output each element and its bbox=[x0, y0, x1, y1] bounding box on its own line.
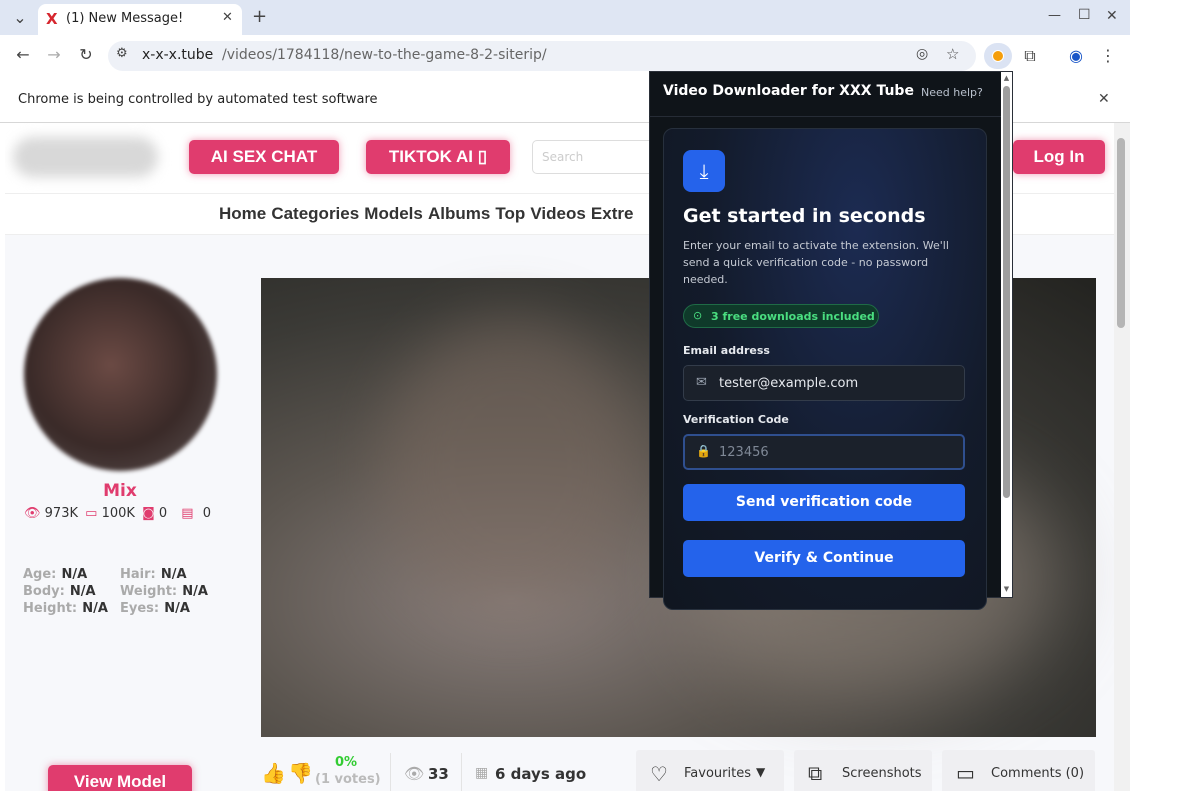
model-avatar[interactable] bbox=[24, 278, 217, 471]
photo-camera-icon: ◙ bbox=[142, 506, 155, 521]
site-logo[interactable] bbox=[13, 137, 158, 177]
email-field[interactable]: ✉ tester@example.com bbox=[683, 365, 965, 401]
card-description: Enter your email to activate the extensi… bbox=[683, 239, 949, 286]
tab-close-icon[interactable]: ✕ bbox=[222, 10, 233, 25]
search-placeholder: Search bbox=[542, 150, 584, 164]
model-views: 973K bbox=[44, 506, 78, 521]
site-favicon-icon: X bbox=[46, 10, 58, 28]
heart-icon: ♡ bbox=[650, 762, 668, 786]
browser-tab[interactable]: X (1) New Message! ✕ bbox=[38, 4, 242, 35]
favourites-label: Favourites bbox=[684, 766, 751, 781]
back-arrow-icon[interactable]: ← bbox=[11, 43, 35, 67]
attr-label: Height: bbox=[23, 601, 78, 616]
screenshots-button[interactable]: ⧉ Screenshots bbox=[794, 750, 932, 791]
minimize-button[interactable]: — bbox=[1048, 8, 1061, 23]
nav-models[interactable]: Models bbox=[364, 204, 423, 223]
model-videos: 100K bbox=[101, 506, 135, 521]
screenshots-icon: ⧉ bbox=[808, 761, 823, 785]
calendar-icon: ▦ bbox=[475, 765, 489, 781]
infobar-text: Chrome is being controlled by automated … bbox=[18, 92, 378, 107]
tiktok-ai-button[interactable]: TIKTOK AI ▯ bbox=[366, 140, 510, 174]
popup-scroll-thumb[interactable] bbox=[1003, 86, 1010, 498]
favourites-button[interactable]: ♡ Favourites ▼ bbox=[636, 750, 784, 791]
code-placeholder: 123456 bbox=[719, 445, 769, 460]
scroll-up-icon[interactable]: ▲ bbox=[1001, 74, 1012, 82]
mail-icon: ✉ bbox=[696, 375, 707, 390]
profile-icon[interactable]: ◉ bbox=[1064, 44, 1088, 68]
page-scrollbar-thumb[interactable] bbox=[1117, 138, 1125, 328]
video-camera-icon: ▭ bbox=[85, 506, 98, 521]
code-label: Verification Code bbox=[683, 413, 789, 426]
email-value: tester@example.com bbox=[719, 376, 859, 391]
screenshots-label: Screenshots bbox=[842, 766, 922, 781]
scroll-down-icon[interactable]: ▼ bbox=[1001, 585, 1012, 593]
extensions-puzzle-icon[interactable]: ⧉ bbox=[1018, 44, 1042, 68]
verify-continue-button[interactable]: Verify & Continue bbox=[683, 540, 965, 577]
rating-percent: 0% bbox=[335, 755, 358, 770]
nav-albums[interactable]: Albums bbox=[428, 204, 490, 223]
nav-extreme[interactable]: Extre bbox=[591, 204, 634, 223]
ai-sex-chat-button[interactable]: AI SEX CHAT bbox=[189, 140, 339, 174]
attr-value: N/A bbox=[82, 601, 108, 616]
nav-home[interactable]: Home bbox=[219, 204, 266, 223]
free-downloads-badge: ⊙ 3 free downloads included bbox=[683, 304, 879, 328]
popup-title: Video Downloader for XXX Tube bbox=[663, 83, 914, 99]
model-photos: 0 bbox=[158, 506, 168, 521]
video-views: 33 bbox=[428, 765, 449, 783]
model-docs: 0 bbox=[202, 506, 211, 521]
desktop-background bbox=[1130, 0, 1200, 791]
nav-videos[interactable]: Videos bbox=[530, 204, 585, 223]
dropdown-caret-icon: ▼ bbox=[756, 765, 766, 779]
site-info-icon[interactable]: ⚙ bbox=[116, 46, 128, 61]
video-date: 6 days ago bbox=[495, 765, 587, 783]
send-code-button[interactable]: Send verification code bbox=[683, 484, 965, 521]
vote-count: (1 votes) bbox=[315, 772, 381, 787]
divider bbox=[461, 753, 462, 791]
bookmark-star-icon[interactable]: ☆ bbox=[946, 45, 959, 63]
new-tab-button[interactable]: + bbox=[252, 6, 267, 27]
comments-button[interactable]: ▭ Comments (0) bbox=[942, 750, 1095, 791]
search-input[interactable]: Search bbox=[532, 140, 654, 174]
download-icon: ⤓ bbox=[683, 150, 725, 192]
check-circle-icon: ⊙ bbox=[693, 309, 703, 322]
url-host: x-x-x.tube bbox=[142, 47, 214, 63]
close-window-button[interactable]: ✕ bbox=[1106, 8, 1118, 24]
popup-scrollbar[interactable]: ▲ ▼ bbox=[1001, 72, 1012, 597]
address-bar[interactable]: ⚙ x-x-x.tube /videos/1784118/new-to-the-… bbox=[108, 41, 976, 71]
reload-icon[interactable]: ↻ bbox=[74, 43, 98, 67]
maximize-button[interactable]: ☐ bbox=[1078, 7, 1091, 23]
model-name[interactable]: Mix bbox=[5, 481, 235, 501]
video-frame-blur bbox=[381, 318, 641, 618]
nav-categories[interactable]: Categories bbox=[271, 204, 359, 223]
thumbs-up-icon[interactable]: 👍 bbox=[261, 761, 286, 785]
tab-search-chevron-icon[interactable]: ⌄ bbox=[8, 6, 32, 30]
comments-label: Comments (0) bbox=[991, 766, 1085, 781]
email-label: Email address bbox=[683, 344, 770, 357]
tab-title: (1) New Message! bbox=[66, 11, 184, 26]
infobar-close-icon[interactable]: ✕ bbox=[1098, 91, 1110, 107]
card-heading: Get started in seconds bbox=[683, 205, 926, 227]
menu-kebab-icon[interactable]: ⋮ bbox=[1096, 44, 1120, 68]
verification-code-field[interactable]: 🔒 123456 bbox=[683, 434, 965, 470]
extension-badge-icon bbox=[992, 50, 1004, 62]
badge-text: 3 free downloads included bbox=[711, 310, 875, 323]
nav-top[interactable]: Top bbox=[495, 204, 525, 223]
attr-label: Eyes: bbox=[120, 601, 160, 616]
comment-icon: ▭ bbox=[956, 761, 975, 785]
views-eye-icon: 👁 bbox=[404, 764, 425, 783]
help-link[interactable]: Need help? bbox=[921, 86, 983, 99]
popup-divider bbox=[649, 116, 1001, 117]
url-path: /videos/1784118/new-to-the-game-8-2-site… bbox=[222, 47, 547, 63]
lock-icon: 🔒 bbox=[696, 444, 711, 458]
view-model-button[interactable]: View Model bbox=[48, 765, 192, 791]
attr-value: N/A bbox=[164, 601, 190, 616]
forward-arrow-icon[interactable]: → bbox=[42, 43, 66, 67]
login-button[interactable]: Log In bbox=[1013, 140, 1105, 174]
thumbs-down-icon[interactable]: 👎 bbox=[288, 761, 313, 785]
divider bbox=[390, 753, 391, 791]
extension-active-button[interactable] bbox=[984, 43, 1012, 69]
document-icon: ▤ bbox=[181, 506, 194, 521]
views-eye-icon: 👁 bbox=[24, 506, 41, 521]
eye-off-icon[interactable]: ◎ bbox=[916, 46, 928, 62]
